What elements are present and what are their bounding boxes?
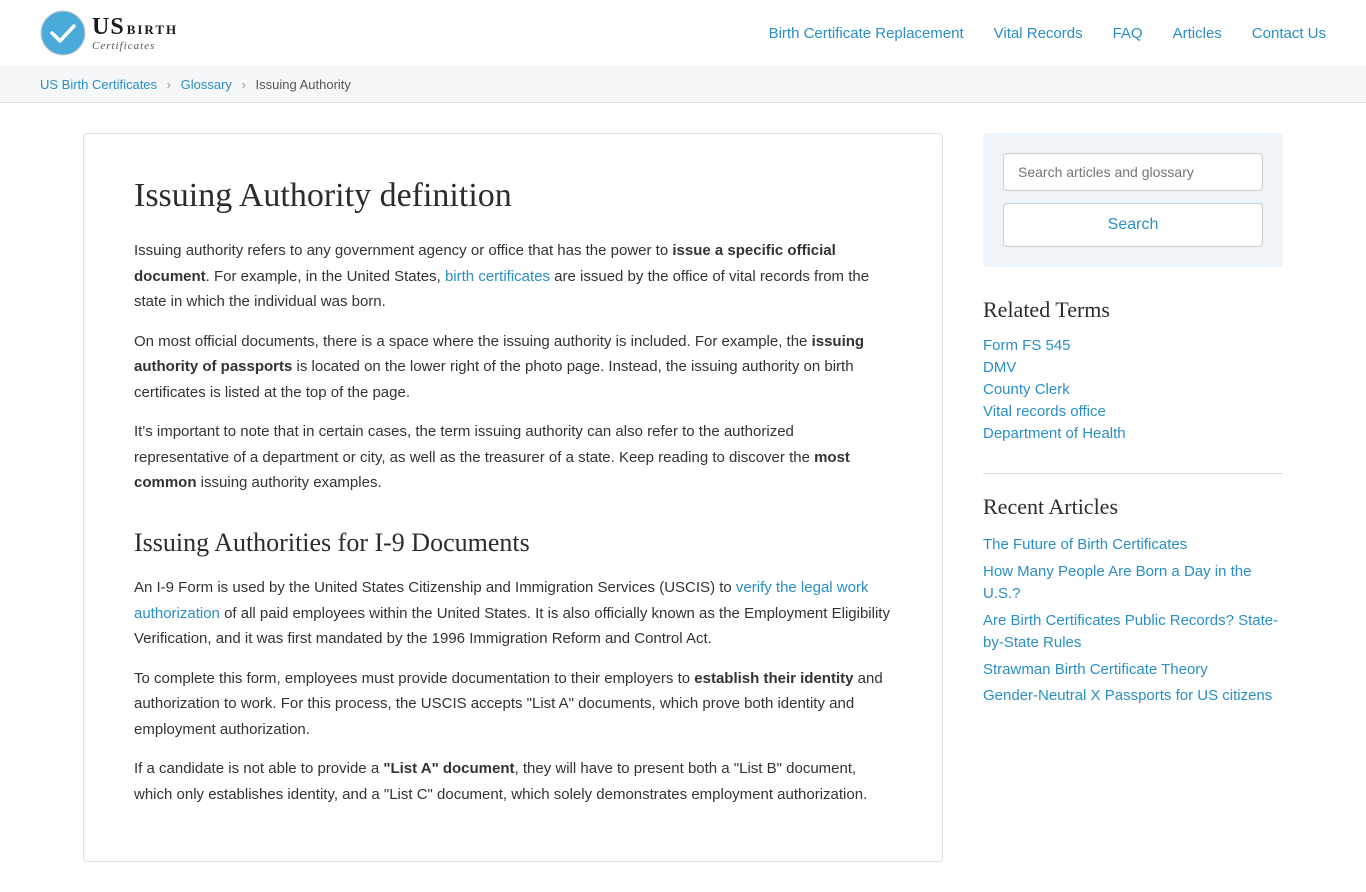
breadcrumb: US Birth Certificates › Glossary › Issui… (0, 67, 1366, 103)
paragraph-1: Issuing authority refers to any governme… (134, 238, 892, 315)
related-terms-list: Form FS 545 DMV County Clerk Vital recor… (983, 337, 1283, 443)
article-gender-neutral[interactable]: Gender-Neutral X Passports for US citize… (983, 687, 1272, 704)
p1-link[interactable]: birth certificates (445, 268, 550, 285)
list-item: County Clerk (983, 381, 1283, 399)
related-term-vital-records[interactable]: Vital records office (983, 403, 1106, 420)
logo-us: US (92, 14, 125, 40)
paragraph-2: On most official documents, there is a s… (134, 329, 892, 406)
p6-text-before: If a candidate is not able to provide a (134, 760, 383, 777)
main-nav: Birth Certificate Replacement Vital Reco… (769, 25, 1326, 42)
article-public-records[interactable]: Are Birth Certificates Public Records? S… (983, 612, 1278, 652)
p3-text-after: issuing authority examples. (197, 474, 382, 491)
p6-bold: "List A" document (383, 760, 514, 777)
p4-text-before: An I-9 Form is used by the United States… (134, 579, 736, 596)
list-item: Form FS 545 (983, 337, 1283, 355)
breadcrumb-home[interactable]: US Birth Certificates (40, 77, 157, 92)
section2-title: Issuing Authorities for I-9 Documents (134, 526, 892, 560)
sidebar-divider (983, 473, 1283, 474)
breadcrumb-sep-1: › (167, 77, 171, 92)
p5-bold: establish their identity (694, 670, 853, 687)
nav-contact-us[interactable]: Contact Us (1252, 25, 1326, 42)
list-item: Department of Health (983, 425, 1283, 443)
article-born-day[interactable]: How Many People Are Born a Day in the U.… (983, 563, 1251, 603)
search-button[interactable]: Search (1003, 203, 1263, 247)
related-term-dept-health[interactable]: Department of Health (983, 425, 1126, 442)
list-item: Vital records office (983, 403, 1283, 421)
article-future-birth[interactable]: The Future of Birth Certificates (983, 536, 1187, 553)
related-terms-section: Related Terms Form FS 545 DMV County Cle… (983, 297, 1283, 443)
paragraph-3: It's important to note that in certain c… (134, 419, 892, 496)
search-box: Search (983, 133, 1283, 267)
related-terms-title: Related Terms (983, 297, 1283, 323)
nav-vital-records[interactable]: Vital Records (994, 25, 1083, 42)
sidebar: Search Related Terms Form FS 545 DMV Cou… (983, 133, 1283, 862)
breadcrumb-glossary[interactable]: Glossary (181, 77, 232, 92)
list-item: DMV (983, 359, 1283, 377)
recent-articles-list: The Future of Birth Certificates How Man… (983, 534, 1283, 708)
breadcrumb-sep-2: › (242, 77, 246, 92)
logo-icon (40, 10, 86, 56)
list-item: Gender-Neutral X Passports for US citize… (983, 685, 1283, 708)
related-term-dmv[interactable]: DMV (983, 359, 1016, 376)
p1-text-after: . For example, in the United States, (206, 268, 445, 285)
list-item: Strawman Birth Certificate Theory (983, 659, 1283, 682)
main-container: Issuing Authority definition Issuing aut… (43, 103, 1323, 892)
logo-text: US BIRTH Certificates (92, 14, 178, 52)
nav-birth-certificate[interactable]: Birth Certificate Replacement (769, 25, 964, 42)
p2-text-before: On most official documents, there is a s… (134, 333, 812, 350)
related-term-county-clerk[interactable]: County Clerk (983, 381, 1070, 398)
article-content: Issuing Authority definition Issuing aut… (83, 133, 943, 862)
article-strawman[interactable]: Strawman Birth Certificate Theory (983, 661, 1208, 678)
breadcrumb-current: Issuing Authority (256, 77, 351, 92)
paragraph-5: To complete this form, employees must pr… (134, 666, 892, 743)
logo[interactable]: US BIRTH Certificates (40, 10, 178, 56)
list-item: Are Birth Certificates Public Records? S… (983, 610, 1283, 655)
p3-text-before: It's important to note that in certain c… (134, 423, 814, 466)
paragraph-6: If a candidate is not able to provide a … (134, 756, 892, 807)
list-item: The Future of Birth Certificates (983, 534, 1283, 557)
nav-articles[interactable]: Articles (1173, 25, 1222, 42)
list-item: How Many People Are Born a Day in the U.… (983, 561, 1283, 606)
paragraph-4: An I-9 Form is used by the United States… (134, 575, 892, 652)
p4-text-after: of all paid employees within the United … (134, 605, 890, 648)
search-input[interactable] (1003, 153, 1263, 191)
nav-faq[interactable]: FAQ (1113, 25, 1143, 42)
article-title: Issuing Authority definition (134, 174, 892, 218)
logo-birth: BIRTH (127, 23, 178, 37)
recent-articles-section: Recent Articles The Future of Birth Cert… (983, 494, 1283, 708)
logo-certificates: Certificates (92, 40, 178, 52)
site-header: US BIRTH Certificates Birth Certificate … (0, 0, 1366, 67)
p5-text-before: To complete this form, employees must pr… (134, 670, 694, 687)
p1-text-before: Issuing authority refers to any governme… (134, 242, 672, 259)
recent-articles-title: Recent Articles (983, 494, 1283, 520)
related-term-fs545[interactable]: Form FS 545 (983, 337, 1071, 354)
